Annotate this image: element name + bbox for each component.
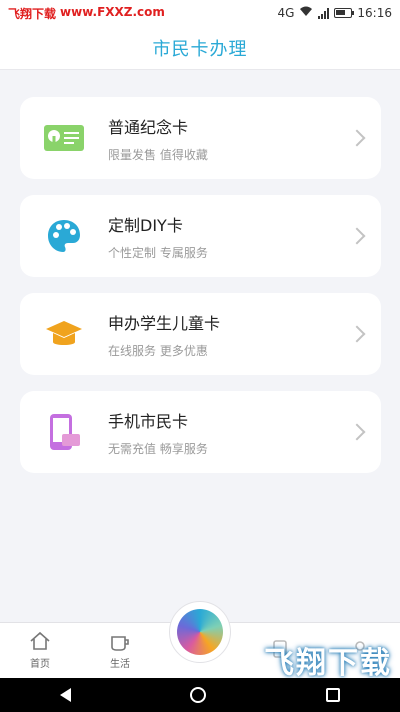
battery-icon [334, 8, 355, 18]
page-title: 市民卡办理 [152, 38, 248, 60]
card-option-student[interactable]: 申办学生儿童卡 在线服务 更多优惠 [20, 293, 381, 375]
card-icon [273, 639, 287, 658]
card-subtitle: 在线服务 更多优惠 [108, 343, 208, 358]
status-indicators: 4G 16:16 [277, 6, 392, 20]
user-icon [355, 640, 365, 651]
card-text: 手机市民卡 无需充值 畅享服务 [108, 408, 381, 457]
card-subtitle: 无需充值 畅享服务 [108, 441, 208, 456]
clock-text: 16:16 [357, 6, 392, 20]
card-title: 手机市民卡 [108, 411, 189, 431]
card-title: 普通纪念卡 [108, 117, 189, 137]
card-text: 定制DIY卡 个性定制 专属服务 [108, 212, 381, 261]
tab-label: 生活 [110, 659, 130, 670]
recent-apps-icon[interactable] [326, 688, 341, 702]
signal-icon [318, 7, 330, 19]
card-options-list: 普通纪念卡 限量发售 值得收藏 定制DIY卡 个性定制 专属服务 申办学生儿童卡… [20, 97, 381, 489]
watermark-brand-text: 飞翔下载 [8, 6, 57, 21]
tab-user[interactable] [320, 623, 400, 678]
palette-icon [34, 218, 94, 254]
card-subtitle: 限量发售 值得收藏 [108, 147, 208, 162]
tab-label: 首页 [30, 659, 50, 670]
phone-card-icon [34, 412, 94, 452]
card-title: 定制DIY卡 [108, 215, 183, 235]
watermark-url-text: www.FXXZ.com [60, 4, 165, 19]
center-app-logo [177, 609, 223, 655]
app-header: 市民卡办理 [0, 26, 400, 70]
card-option-mobile[interactable]: 手机市民卡 无需充值 畅享服务 [20, 391, 381, 473]
tab-life[interactable]: 生活 [80, 623, 160, 678]
card-option-commemorative[interactable]: 普通纪念卡 限量发售 值得收藏 [20, 97, 381, 179]
card-option-diy[interactable]: 定制DIY卡 个性定制 专属服务 [20, 195, 381, 277]
bottom-tab-bar: 首页 生活 [0, 601, 400, 678]
tab-card[interactable] [240, 623, 320, 678]
wifi-icon [299, 6, 313, 20]
commemorative-card-icon [34, 123, 94, 153]
watermark-top: 飞翔下载 www.FXXZ.com [8, 5, 165, 22]
center-app-icon[interactable] [169, 601, 231, 663]
home-circle-icon[interactable] [190, 687, 207, 703]
system-nav-bar [0, 678, 400, 712]
card-text: 申办学生儿童卡 在线服务 更多优惠 [108, 310, 381, 359]
back-icon[interactable] [59, 688, 71, 702]
card-title: 申办学生儿童卡 [108, 313, 221, 333]
graduation-cap-icon [34, 318, 94, 350]
tab-center[interactable] [160, 601, 240, 678]
card-text: 普通纪念卡 限量发售 值得收藏 [108, 114, 381, 163]
card-subtitle: 个性定制 专属服务 [108, 245, 208, 260]
home-icon [30, 631, 50, 650]
tab-home[interactable]: 首页 [0, 623, 80, 678]
network-type-text: 4G [277, 6, 295, 20]
status-bar: 飞翔下载 www.FXXZ.com 4G 16:16 [0, 0, 400, 26]
cup-icon [111, 636, 129, 651]
